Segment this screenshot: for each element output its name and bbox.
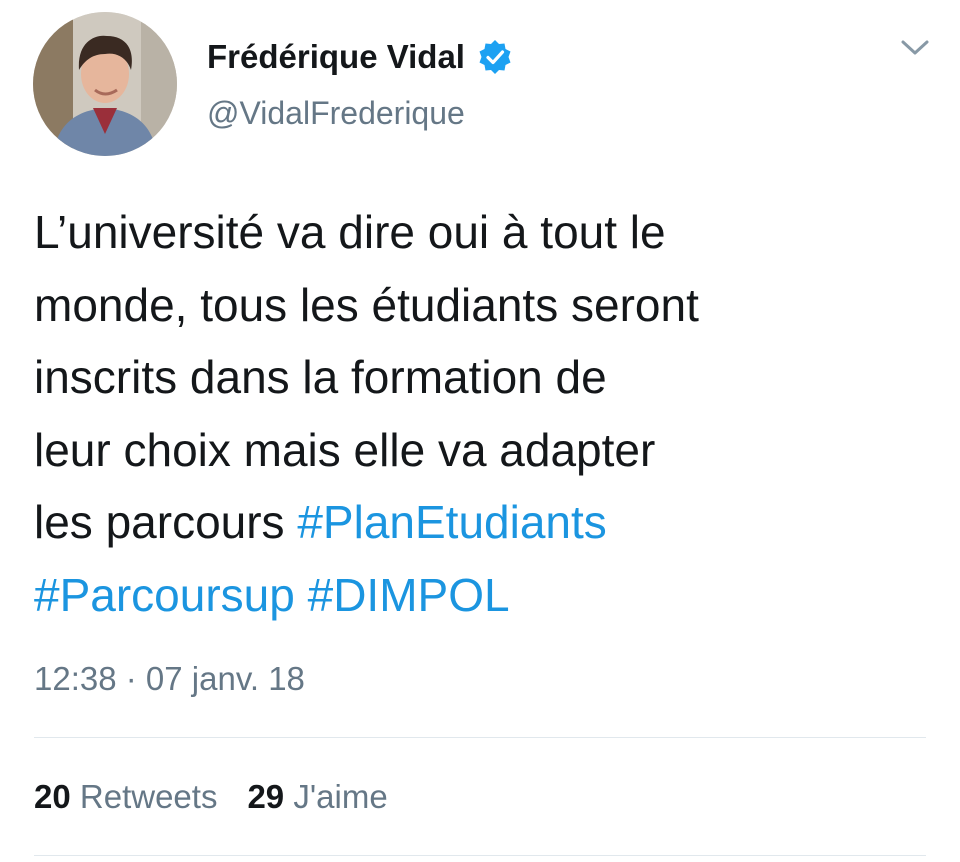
tweet-text-line: inscrits dans la formation de <box>34 341 934 414</box>
author-name[interactable]: Frédérique Vidal <box>207 38 513 76</box>
author-handle[interactable]: @VidalFrederique <box>207 95 465 132</box>
retweets-label: Retweets <box>79 778 218 815</box>
hashtag-link[interactable]: #PlanEtudiants <box>297 496 606 548</box>
tweet-text-line: #Parcoursup #DIMPOL <box>34 559 934 632</box>
tweet-text-line: les parcours #PlanEtudiants <box>34 486 934 559</box>
verified-badge-icon <box>477 39 513 75</box>
tweet-text-segment: L’université va dire oui à tout le <box>34 206 666 258</box>
tweet-stats: 20 Retweets 29 J'aime <box>34 778 388 816</box>
tweet-card: Frédérique Vidal @VidalFrederique L’univ… <box>0 0 960 862</box>
tweet-text-line: monde, tous les étudiants seront <box>34 269 934 342</box>
tweet-text-segment: monde, tous les étudiants seront <box>34 278 699 331</box>
tweet-timestamp[interactable]: 12:38 · 07 janv. 18 <box>34 660 305 698</box>
tweet-text-line: L’université va dire oui à tout le <box>34 196 934 269</box>
retweets-stat[interactable]: 20 Retweets <box>34 778 217 815</box>
tweet-text-line: leur choix mais elle va adapter <box>34 414 934 487</box>
likes-label: J'aime <box>293 778 388 815</box>
avatar[interactable] <box>33 12 177 156</box>
divider <box>34 737 926 738</box>
hashtag-link[interactable]: #DIMPOL <box>308 569 510 621</box>
tweet-text-segment: les parcours <box>34 496 298 548</box>
likes-stat[interactable]: 29 J'aime <box>247 778 387 815</box>
tweet-text-segment: inscrits dans la formation de <box>34 351 607 403</box>
retweets-count: 20 <box>34 778 71 815</box>
hashtag-link[interactable]: #Parcoursup <box>34 569 295 621</box>
tweet-text-segment <box>295 569 308 621</box>
author-display-name[interactable]: Frédérique Vidal <box>207 38 465 76</box>
divider <box>34 855 926 856</box>
likes-count: 29 <box>247 778 285 815</box>
chevron-down-icon[interactable] <box>900 38 930 58</box>
tweet-text: L’université va dire oui à tout le monde,… <box>34 196 934 631</box>
tweet-text-segment: leur choix mais elle va adapter <box>34 423 656 476</box>
